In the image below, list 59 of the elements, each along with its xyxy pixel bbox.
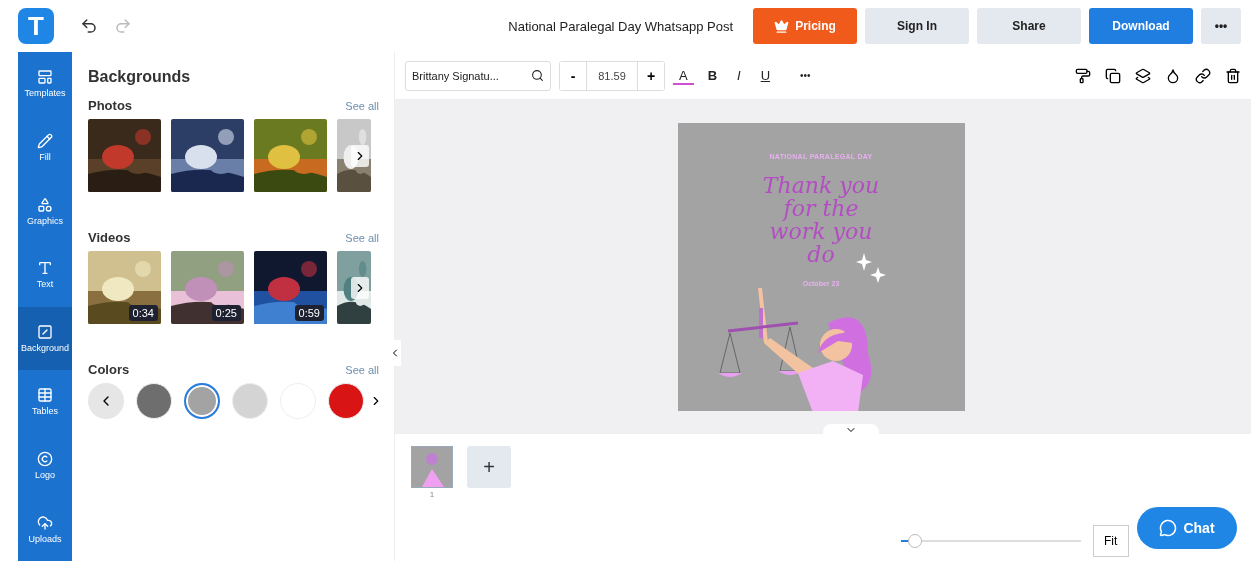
font-field[interactable]: Brittany Signatu... — [405, 60, 551, 91]
shapes-icon — [37, 196, 53, 213]
sidebar-item[interactable]: Uploads — [18, 497, 72, 561]
trash-icon[interactable] — [1225, 67, 1241, 84]
table-icon — [37, 387, 53, 404]
header-button[interactable]: Sign In — [865, 8, 969, 44]
panel-title: Backgrounds — [88, 68, 192, 86]
italic-button[interactable]: I — [731, 66, 747, 85]
speech-bubble-icon — [1159, 519, 1178, 537]
download-button[interactable]: Download — [1089, 8, 1193, 44]
link-icon[interactable] — [1195, 67, 1211, 84]
see-all-link[interactable]: See all — [345, 231, 379, 244]
droplet-icon[interactable] — [1165, 67, 1181, 84]
duration-label: 0:25 — [211, 305, 241, 321]
add-page-button[interactable]: + — [467, 446, 511, 488]
sidebar-item[interactable]: Text — [18, 242, 72, 307]
pencil-icon — [37, 132, 53, 149]
sidebar-item[interactable]: Logo — [18, 433, 72, 498]
sidebar-item[interactable]: Graphics — [18, 179, 72, 243]
previous-button[interactable] — [88, 383, 124, 419]
header-button[interactable]: Share — [977, 8, 1081, 44]
see-all-link[interactable]: See all — [345, 99, 379, 112]
copy-icon[interactable] — [1105, 67, 1121, 84]
color-swatch[interactable] — [184, 383, 220, 419]
more-button[interactable]: ••• — [794, 68, 817, 83]
more-button[interactable]: ••• — [1201, 8, 1241, 44]
section-title: Photos — [88, 98, 133, 113]
crown-icon — [774, 18, 790, 34]
layout-icon — [37, 69, 53, 86]
zoom-field[interactable]: Fit — [1093, 525, 1129, 557]
underline-button[interactable]: U — [754, 66, 777, 85]
page-number: 1 — [429, 490, 435, 499]
pricing-button[interactable]: Pricing — [753, 8, 857, 44]
design-script-text: Thank you for the work you do — [761, 174, 881, 267]
duration-label: 0:34 — [128, 305, 158, 321]
slider-thumb[interactable] — [908, 534, 923, 548]
next-button[interactable] — [351, 144, 369, 167]
text-color-button[interactable]: A — [673, 66, 694, 85]
see-all-link[interactable]: See all — [345, 363, 379, 376]
app-logo[interactable]: T — [18, 8, 54, 44]
cloud-upload-icon — [37, 514, 53, 531]
search-icon — [531, 69, 544, 82]
page-thumbnail[interactable] — [411, 446, 453, 488]
section-title: Videos — [88, 230, 131, 245]
letter-t-icon — [37, 260, 53, 277]
circled-letter-icon — [37, 451, 53, 468]
paint-roller-icon[interactable] — [1075, 67, 1091, 84]
duration-label: 0:59 — [294, 305, 324, 321]
document-title: National Paralegal Day Whatsapp Post — [508, 18, 733, 34]
sidebar-item[interactable]: Background — [18, 306, 72, 371]
sparkle-icon — [855, 253, 886, 283]
layers-icon[interactable] — [1135, 67, 1151, 84]
section-title: Colors — [88, 362, 130, 377]
sidebar-item[interactable]: Tables — [18, 370, 72, 434]
chat-button[interactable]: Chat — [1137, 507, 1237, 549]
sidebar-item[interactable]: Templates — [18, 52, 72, 116]
next-button[interactable] — [351, 276, 369, 299]
bold-button[interactable]: B — [701, 66, 724, 85]
sidebar-item[interactable]: Fill — [18, 115, 72, 180]
